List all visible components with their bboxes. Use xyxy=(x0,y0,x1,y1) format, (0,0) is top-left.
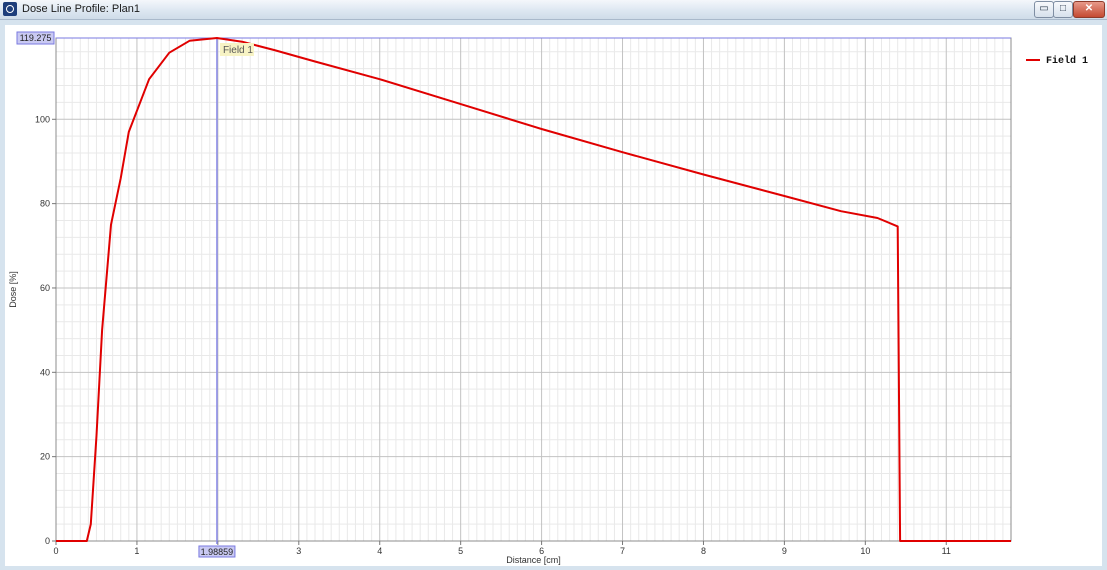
x-tick-label: 11 xyxy=(942,546,951,556)
y-tick-label: 80 xyxy=(40,199,50,209)
y-tick-label: 40 xyxy=(40,367,50,377)
cursor-x-marker: 1.98859 xyxy=(198,545,236,558)
x-axis-label: Distance [cm] xyxy=(506,555,561,565)
y-max-label: 119.275 xyxy=(20,33,52,43)
x-tick-label: 3 xyxy=(296,546,301,556)
y-axis-ticks: 0 20 40 60 80 100 xyxy=(35,114,56,546)
x-tick-label: 0 xyxy=(53,546,58,556)
y-max-marker: 119.275 xyxy=(16,31,55,45)
x-tick-label: 1 xyxy=(134,546,139,556)
legend: Field 1 xyxy=(1016,40,1101,70)
x-tick-label: 10 xyxy=(860,546,870,556)
x-tick-label: 9 xyxy=(782,546,787,556)
y-axis-label: Dose [%] xyxy=(8,271,18,308)
legend-label-field-1: Field 1 xyxy=(1046,55,1088,67)
x-tick-label: 5 xyxy=(458,546,463,556)
x-tick-label: 8 xyxy=(701,546,706,556)
x-tick-label: 7 xyxy=(620,546,625,556)
dose-profile-chart[interactable]: 01234567891011 020406080100 Distance [cm… xyxy=(0,0,1107,570)
y-tick-label: 60 xyxy=(40,283,50,293)
y-tick-label: 100 xyxy=(35,114,50,124)
x-axis-ticks: 01234567891011 xyxy=(53,541,951,556)
series-tooltip: Field 1 xyxy=(219,43,254,56)
y-tick-label: 20 xyxy=(40,452,50,462)
x-tick-label: 4 xyxy=(377,546,382,556)
cursor-x-label: 1.98859 xyxy=(201,547,234,557)
minor-grid xyxy=(56,38,1011,541)
y-tick-label: 0 xyxy=(45,536,50,546)
tooltip-text: Field 1 xyxy=(223,45,253,56)
